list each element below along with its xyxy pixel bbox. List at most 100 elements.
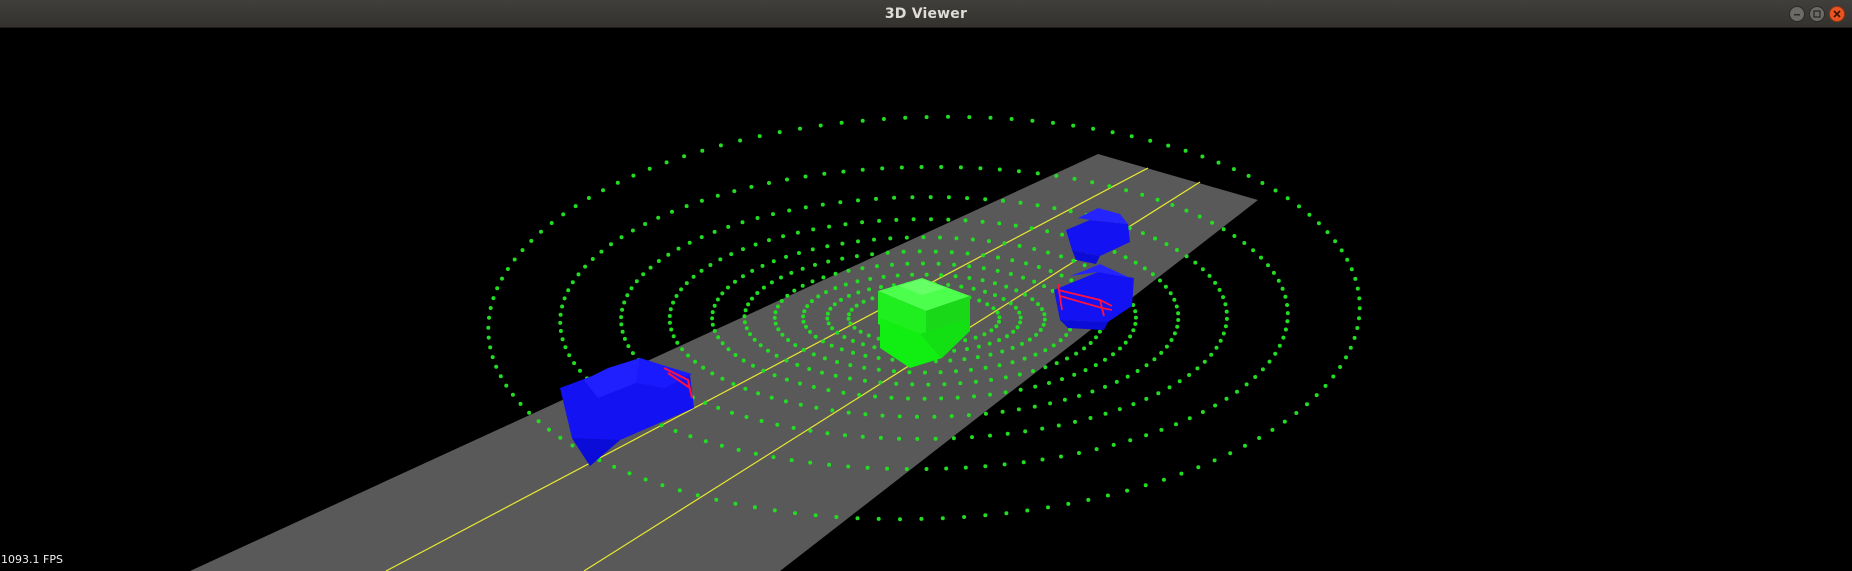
close-button[interactable] — [1829, 6, 1845, 22]
lidar-point — [971, 286, 976, 291]
lidar-point — [1023, 292, 1027, 297]
lidar-point — [766, 348, 770, 353]
lidar-point — [1059, 254, 1064, 259]
lidar-point — [967, 276, 972, 280]
lidar-point — [1103, 357, 1107, 362]
lidar-point — [827, 462, 832, 467]
lidar-point — [1018, 315, 1023, 320]
lidar-point — [841, 390, 846, 395]
lidar-point — [772, 508, 777, 513]
lidar-point — [811, 385, 816, 389]
lidar-point — [878, 435, 883, 440]
lidar-point — [888, 236, 893, 241]
lidar-point — [833, 286, 838, 291]
lidar-point — [757, 134, 762, 139]
lidar-point — [1054, 173, 1059, 178]
lidar-point — [802, 309, 807, 314]
lidar-point — [1066, 501, 1071, 506]
lidar-point — [1086, 497, 1091, 502]
lidar-point — [827, 224, 832, 229]
lidar-point — [942, 382, 947, 387]
lidar-point — [936, 261, 941, 266]
lidar-point — [1046, 505, 1050, 510]
lidar-point — [1041, 322, 1046, 327]
lidar-point — [1090, 180, 1095, 185]
maximize-button[interactable] — [1809, 6, 1825, 22]
lidar-point — [1195, 366, 1200, 371]
lidar-point — [520, 248, 525, 253]
lidar-point — [647, 166, 652, 171]
lidar-point — [1025, 508, 1030, 513]
lidar-point — [775, 422, 780, 427]
lidar-point — [963, 338, 968, 343]
lidar-point — [988, 352, 993, 357]
lidar-point — [744, 326, 749, 331]
title-bar[interactable]: 3D Viewer — [0, 0, 1852, 28]
lidar-point — [1280, 286, 1285, 291]
lidar-point — [1163, 284, 1168, 289]
lidar-point — [1349, 267, 1354, 272]
lidar-point — [973, 379, 978, 384]
lidar-point — [609, 242, 613, 247]
lidar-point — [807, 367, 812, 371]
3d-viewport[interactable] — [0, 28, 1852, 571]
lidar-point — [1260, 367, 1265, 372]
lidar-point — [1167, 385, 1172, 390]
lidar-point — [1060, 377, 1064, 382]
lidar-point — [1003, 375, 1008, 380]
lidar-point — [1273, 188, 1278, 193]
lidar-point — [1224, 316, 1229, 321]
lidar-point — [667, 314, 672, 318]
lidar-point — [750, 268, 755, 273]
lidar-point — [716, 335, 721, 340]
lidar-point — [755, 291, 760, 295]
lidar-point — [787, 208, 792, 213]
lidar-point — [590, 257, 595, 261]
lidar-point — [752, 505, 757, 510]
lidar-point — [750, 296, 754, 301]
lidar-point — [560, 304, 565, 309]
minimize-button[interactable] — [1789, 6, 1805, 22]
lidar-point — [813, 334, 818, 339]
lidar-point — [810, 247, 815, 252]
lidar-point — [1164, 242, 1169, 247]
lidar-point — [982, 332, 987, 337]
lidar-point — [1184, 254, 1189, 259]
lidar-point — [1202, 359, 1207, 364]
lidar-point — [1276, 278, 1281, 283]
lidar-point — [699, 268, 704, 273]
lidar-point — [1111, 352, 1115, 357]
lidar-point — [848, 376, 852, 381]
lidar-point — [839, 120, 844, 125]
lidar-point — [1197, 214, 1202, 219]
lidar-point — [1218, 338, 1223, 343]
lidar-point — [1175, 324, 1180, 329]
lidar-point — [1243, 443, 1247, 448]
lidar-point — [1153, 236, 1158, 241]
lidar-point — [1033, 384, 1038, 389]
lidar-point — [1114, 379, 1119, 384]
lidar-point — [1048, 269, 1053, 274]
lidar-point — [1224, 396, 1229, 401]
lidar-point — [826, 388, 831, 393]
lidar-point — [715, 193, 720, 198]
lidar-point — [860, 118, 865, 123]
lidar-point — [791, 425, 796, 430]
lidar-point — [701, 365, 706, 370]
lidar-point — [670, 209, 674, 214]
lidar-point — [1183, 148, 1188, 153]
lidar-point — [1010, 258, 1015, 263]
lidar-point — [841, 169, 846, 174]
lidar-point — [1187, 416, 1192, 421]
lidar-point — [801, 319, 806, 324]
lidar-point — [811, 352, 816, 357]
lidar-point — [576, 272, 581, 277]
lidar-point — [966, 413, 971, 418]
lidar-point — [583, 264, 588, 269]
lidar-point — [985, 302, 990, 307]
lidar-point — [1052, 206, 1057, 211]
lidar-point — [813, 262, 817, 267]
lidar-point — [784, 254, 788, 259]
scene-canvas[interactable] — [0, 28, 1852, 571]
lidar-point — [1043, 348, 1048, 353]
